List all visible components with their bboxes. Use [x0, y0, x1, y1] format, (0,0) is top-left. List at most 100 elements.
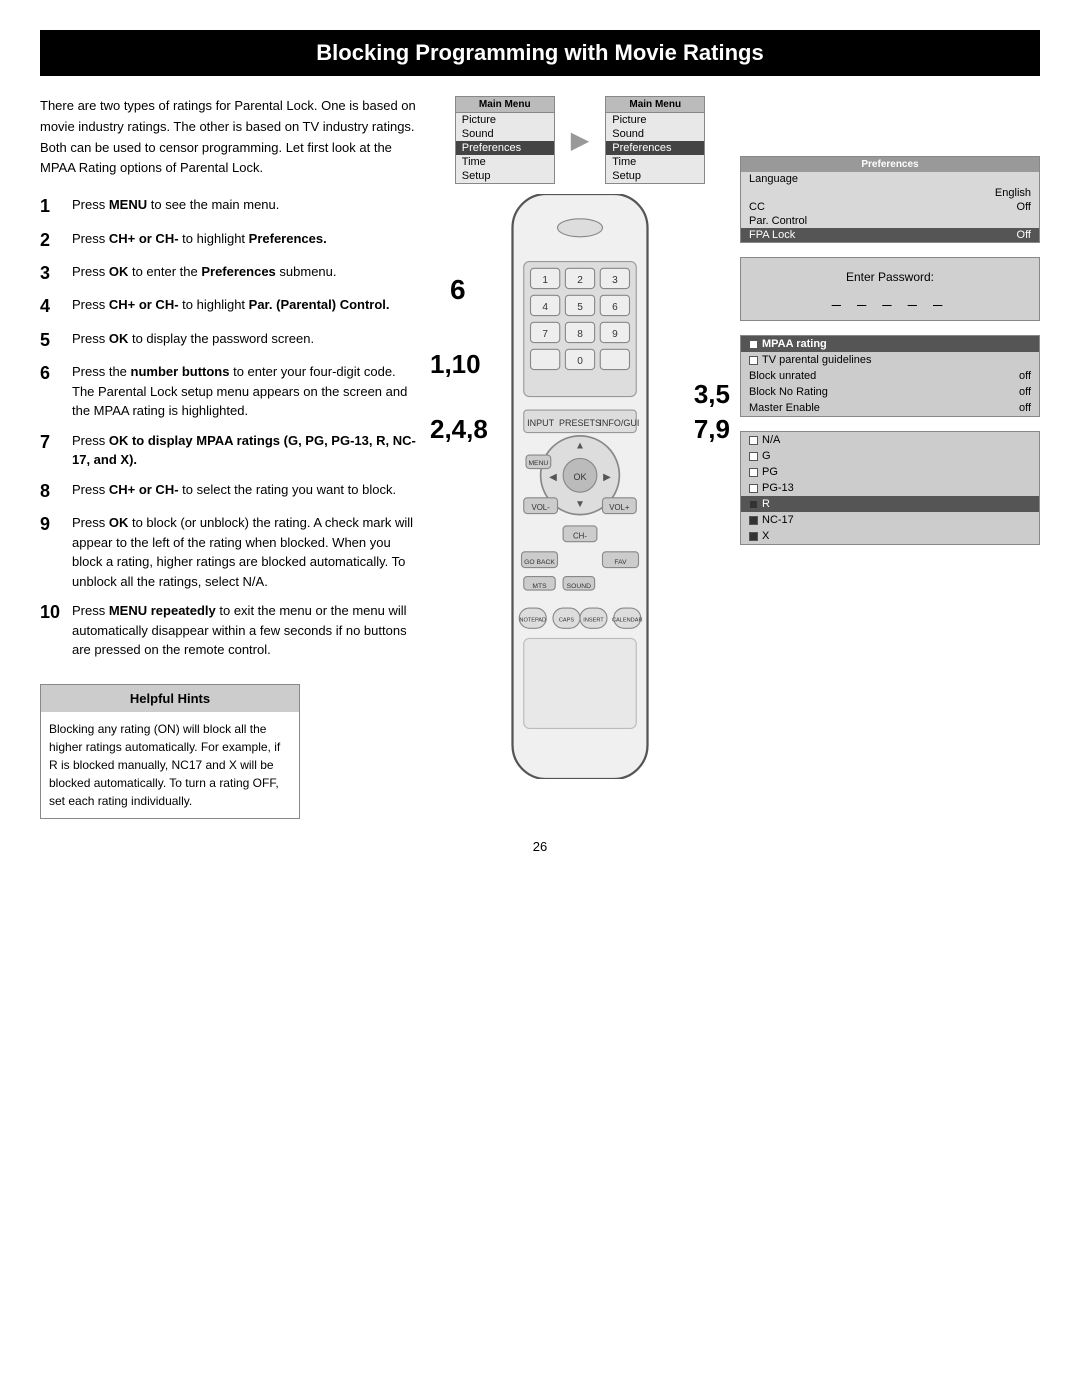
- step-label-6: 6: [450, 274, 466, 306]
- rating-r-checkbox: [749, 500, 758, 509]
- step-label-110: 1,10: [430, 349, 481, 380]
- rating-r: R: [741, 496, 1039, 512]
- list-item: 3Press OK to enter the Preferences subme…: [40, 262, 420, 285]
- list-item: 6Press the number buttons to enter your …: [40, 362, 420, 421]
- rating-nc17-checkbox: [749, 516, 758, 525]
- remote-control-wrapper: 6 1,10 2,4,8 3,5 7,9 1 2: [480, 194, 680, 779]
- svg-text:0: 0: [577, 356, 583, 367]
- svg-text:SOUND: SOUND: [567, 583, 592, 590]
- step-label-79: 7,9: [694, 414, 730, 445]
- svg-text:MTS: MTS: [532, 583, 547, 590]
- svg-text:NOTEPAD: NOTEPAD: [519, 618, 546, 624]
- block-no-rating-value: off: [1019, 386, 1031, 398]
- list-item: 8Press CH+ or CH- to select the rating y…: [40, 480, 420, 503]
- menu-item-time-1: Time: [456, 155, 554, 169]
- pref-fpa-lock: FPA LockOff: [741, 228, 1039, 242]
- step-number: 7: [40, 431, 68, 454]
- rating-x-label: X: [762, 530, 769, 542]
- block-unrated-label: Block unrated: [749, 370, 816, 382]
- list-item: 10Press MENU repeatedly to exit the menu…: [40, 601, 420, 660]
- svg-text:INFO/GUI: INFO/GUI: [599, 418, 639, 428]
- svg-text:INPUT: INPUT: [527, 418, 555, 428]
- step-number: 2: [40, 229, 68, 252]
- rating-pg13-label: PG-13: [762, 482, 794, 494]
- step-number: 9: [40, 513, 68, 536]
- menu-item-sound-1: Sound: [456, 127, 554, 141]
- intro-text: There are two types of ratings for Paren…: [40, 96, 420, 179]
- block-no-rating-item: Block No Rating off: [741, 384, 1039, 400]
- mpaa-rating-item: MPAA rating: [741, 336, 1039, 352]
- list-item: 4Press CH+ or CH- to highlight Par. (Par…: [40, 295, 420, 318]
- rating-g: G: [741, 448, 1039, 464]
- pref-par-control: Par. Control: [741, 214, 1039, 228]
- master-enable-value: off: [1019, 402, 1031, 414]
- svg-text:1: 1: [542, 275, 548, 286]
- step-number: 5: [40, 329, 68, 352]
- step-number: 10: [40, 601, 68, 624]
- list-item: 2Press CH+ or CH- to highlight Preferenc…: [40, 229, 420, 252]
- right-column: Preferences Language English CCOff Par. …: [740, 96, 1040, 819]
- menu-item-preferences-2: Preferences: [606, 141, 704, 155]
- rating-na: N/A: [741, 432, 1039, 448]
- menu-arrow: ▶: [571, 126, 589, 155]
- block-no-rating-label: Block No Rating: [749, 386, 828, 398]
- step-text: Press MENU repeatedly to exit the menu o…: [72, 601, 420, 660]
- rating-x-checkbox: [749, 532, 758, 541]
- svg-text:GO BACK: GO BACK: [524, 559, 555, 566]
- step-text: Press CH+ or CH- to highlight Par. (Pare…: [72, 295, 390, 315]
- svg-text:▶: ▶: [603, 472, 611, 483]
- svg-text:3: 3: [612, 275, 618, 286]
- menu-item-picture-2: Picture: [606, 113, 704, 127]
- step-text: Press OK to display MPAA ratings (G, PG,…: [72, 431, 420, 470]
- svg-text:6: 6: [612, 302, 618, 313]
- mpaa-ratings-screen: N/A G PG PG-13 R NC-17: [740, 431, 1040, 545]
- tv-parental-checkbox: [749, 356, 758, 365]
- steps-list: 1Press MENU to see the main menu.2Press …: [40, 195, 420, 659]
- step-text: Press the number buttons to enter your f…: [72, 362, 420, 421]
- list-item: 7Press OK to display MPAA ratings (G, PG…: [40, 431, 420, 470]
- password-screen: Enter Password: _ _ _ _ _: [740, 257, 1040, 321]
- menu-item-preferences-1: Preferences: [456, 141, 554, 155]
- rating-pg-label: PG: [762, 466, 778, 478]
- menu-item-time-2: Time: [606, 155, 704, 169]
- svg-text:5: 5: [577, 302, 583, 313]
- svg-text:VOL-: VOL-: [531, 503, 550, 512]
- list-item: 9Press OK to block (or unblock) the rati…: [40, 513, 420, 591]
- step-number: 8: [40, 480, 68, 503]
- svg-text:7: 7: [542, 329, 548, 340]
- helpful-hints-body: Blocking any rating (ON) will block all …: [41, 712, 299, 818]
- step-text: Press OK to enter the Preferences submen…: [72, 262, 337, 282]
- svg-text:FAV: FAV: [614, 559, 627, 566]
- svg-text:CH-: CH-: [573, 531, 587, 540]
- svg-text:2: 2: [577, 275, 583, 286]
- svg-text:CAPS: CAPS: [559, 618, 575, 624]
- menu-item-sound-2: Sound: [606, 127, 704, 141]
- svg-text:4: 4: [542, 302, 548, 313]
- step-text: Press MENU to see the main menu.: [72, 195, 279, 215]
- top-menu-screens: Main Menu Picture Sound Preferences Time…: [455, 96, 705, 184]
- svg-text:▲: ▲: [575, 440, 585, 451]
- step-label-359: 3,5: [694, 379, 730, 410]
- tv-parental-label: TV parental guidelines: [762, 354, 871, 366]
- rating-nc17-label: NC-17: [762, 514, 794, 526]
- rating-x: X: [741, 528, 1039, 544]
- rating-pg: PG: [741, 464, 1039, 480]
- helpful-hints-title: Helpful Hints: [41, 685, 299, 713]
- password-dashes: _ _ _ _ _: [751, 290, 1029, 308]
- mpaa-label: MPAA rating: [762, 338, 827, 350]
- svg-text:8: 8: [577, 329, 583, 340]
- password-label: Enter Password:: [751, 270, 1029, 284]
- svg-text:MENU: MENU: [528, 460, 548, 467]
- svg-text:◀: ◀: [549, 472, 557, 483]
- pref-cc: CCOff: [741, 200, 1039, 214]
- menu-item-picture-1: Picture: [456, 113, 554, 127]
- rating-nc17: NC-17: [741, 512, 1039, 528]
- helpful-hints-box: Helpful Hints Blocking any rating (ON) w…: [40, 684, 300, 820]
- rating-g-checkbox: [749, 452, 758, 461]
- rating-pg13-checkbox: [749, 484, 758, 493]
- rating-na-label: N/A: [762, 434, 780, 446]
- step-number: 1: [40, 195, 68, 218]
- step-text: Press CH+ or CH- to select the rating yo…: [72, 480, 396, 500]
- page-title: Blocking Programming with Movie Ratings: [40, 30, 1040, 76]
- page-number: 26: [40, 839, 1040, 854]
